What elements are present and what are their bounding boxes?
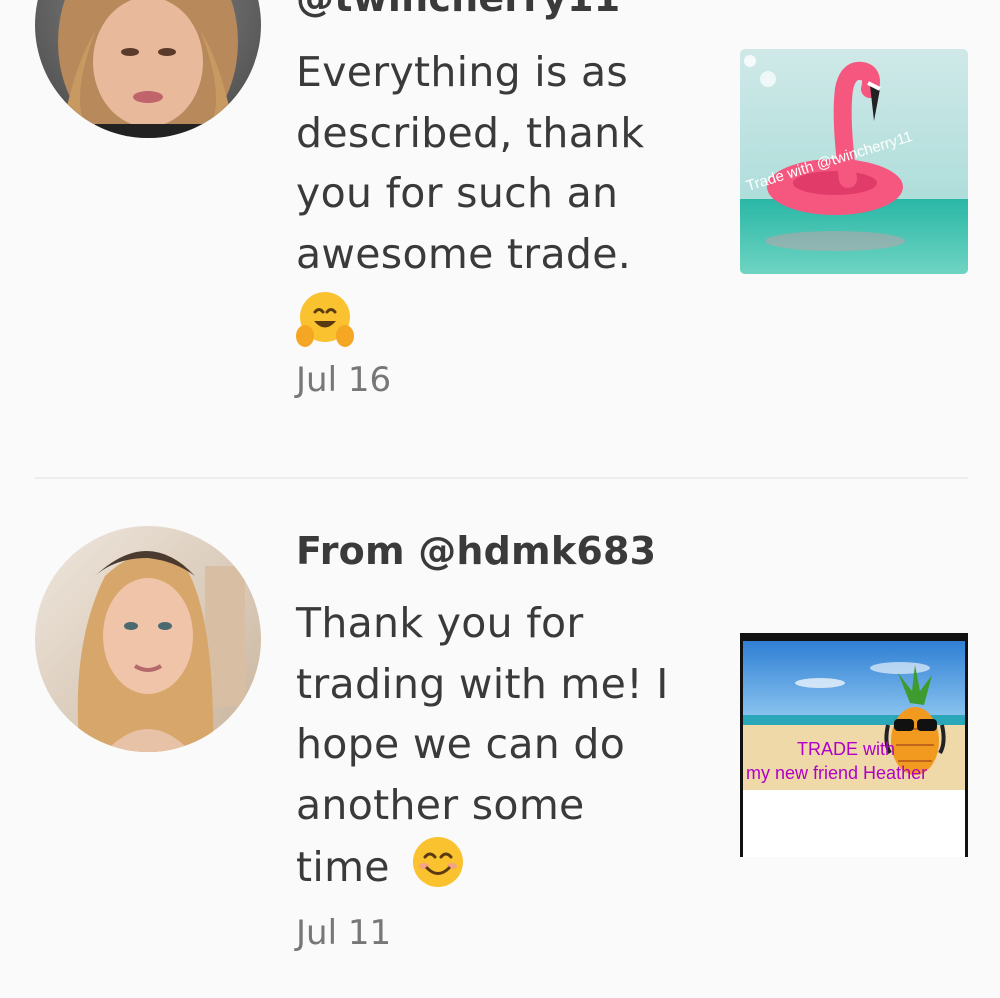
- review-message: Everything is as described, thank you fo…: [296, 42, 686, 365]
- review-card: From @hdmk683 Thank you for trading with…: [0, 478, 1000, 998]
- review-message-line: trading with me! I: [296, 659, 669, 708]
- trade-photo-caption: my new friend Heather: [746, 763, 927, 783]
- review-message-text: Everything is as described, thank you fo…: [296, 48, 645, 278]
- smiling-face-emoji: [411, 835, 465, 906]
- flamingo-float-image: Trade with @twincherry11: [740, 49, 968, 274]
- trade-photo-caption: TRADE with: [797, 739, 895, 759]
- review-message-line: time: [296, 843, 390, 891]
- review-date: Jul 11: [296, 913, 392, 953]
- reviewer-handle[interactable]: @twincherry11: [296, 0, 620, 20]
- trade-photo[interactable]: Trade with @twincherry11: [740, 49, 968, 274]
- review-message-line: another some: [296, 780, 585, 829]
- review-message-line: Thank you for: [296, 599, 584, 647]
- trade-photo[interactable]: TRADE with my new friend Heather: [740, 633, 968, 857]
- review-card: @twincherry11 Everything is as described…: [0, 0, 1000, 478]
- review-message: Thank you for trading with me! I hope we…: [296, 593, 686, 906]
- pineapple-beach-image: TRADE with my new friend Heather: [740, 633, 968, 857]
- reviewer-handle[interactable]: From @hdmk683: [296, 529, 656, 573]
- review-message-line: hope we can do: [296, 720, 626, 768]
- avatar-photo: [35, 0, 261, 138]
- reviewer-avatar[interactable]: [35, 0, 261, 138]
- review-date: Jul 16: [296, 360, 392, 400]
- avatar-photo: [35, 526, 261, 752]
- hugging-face-emoji: [296, 290, 354, 365]
- reviewer-avatar[interactable]: [35, 526, 261, 752]
